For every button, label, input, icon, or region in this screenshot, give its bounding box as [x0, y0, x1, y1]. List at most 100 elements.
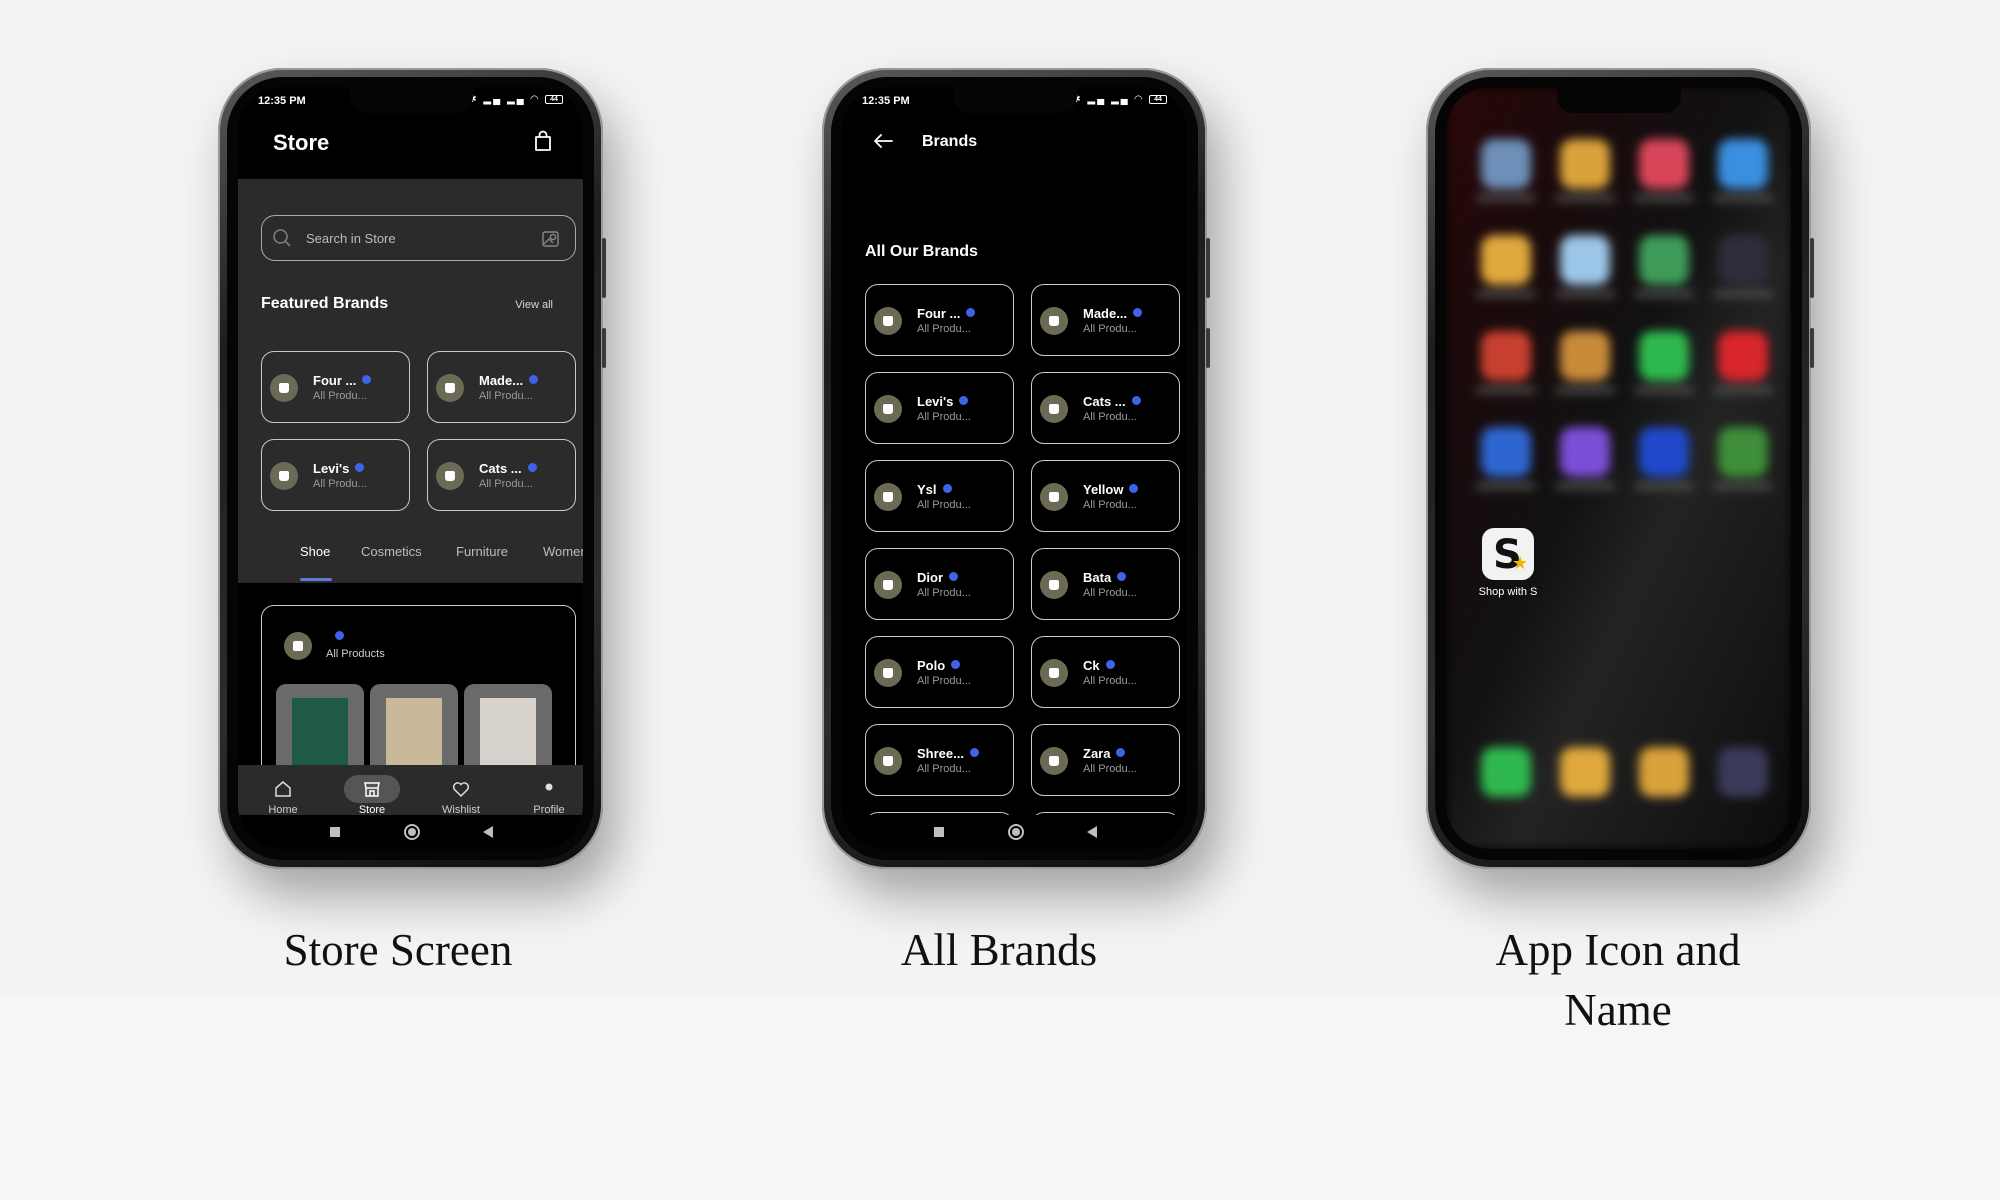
brand-grid: Four ... All Produ... Made... All Produ... L… — [865, 284, 1180, 815]
brand-logo-icon — [270, 374, 298, 402]
brand-card[interactable]: Cats ... All Produ... — [427, 439, 576, 511]
home-button-icon[interactable] — [1008, 824, 1024, 840]
brand-card[interactable]: Polo All Produ... — [865, 636, 1014, 708]
brand-name-row: Four ... — [313, 373, 372, 388]
brand-card[interactable]: Cats ... All Produ... — [1031, 372, 1180, 444]
brand-name: Polo — [917, 658, 946, 673]
tab-furniture[interactable]: Furniture — [456, 544, 508, 559]
back-button-icon[interactable] — [1087, 826, 1097, 838]
verified-icon — [951, 660, 961, 669]
brand-subtitle: All Produ... — [1083, 763, 1137, 775]
star-icon: ★ — [1512, 553, 1529, 573]
active-tab-indicator — [300, 578, 332, 581]
search-input[interactable]: Search in Store — [261, 215, 576, 261]
brand-card[interactable]: Ysl All Produ... — [865, 460, 1014, 532]
brand-subtitle: All Produ... — [917, 763, 971, 775]
blurred-home-screen-background — [1446, 87, 1791, 849]
brand-logo-icon — [1040, 659, 1068, 687]
blurred-app-label — [1634, 387, 1694, 393]
image-search-icon[interactable] — [541, 229, 561, 249]
nav-wishlist[interactable]: Wishlist — [426, 779, 496, 816]
brand-logo-icon — [284, 632, 312, 660]
all-brands-title: All Our Brands — [865, 243, 978, 260]
brand-card[interactable]: Made... All Produ... — [427, 351, 576, 423]
verified-icon — [966, 308, 976, 317]
brand-subtitle: All Produ... — [313, 478, 367, 490]
verified-icon — [1131, 396, 1141, 405]
brand-logo-icon — [436, 374, 464, 402]
view-all-link[interactable]: View all — [515, 299, 553, 311]
nav-profile[interactable]: Profile — [514, 779, 583, 816]
brand-card[interactable]: Dior All Produ... — [865, 548, 1014, 620]
verified-icon — [1116, 748, 1126, 757]
verified-icon — [335, 631, 344, 640]
back-arrow-icon[interactable] — [872, 131, 894, 151]
blurred-app-icon — [1560, 331, 1610, 381]
page-title: Store — [273, 130, 330, 155]
brand-subtitle: All Produ... — [1083, 675, 1137, 687]
home-button-icon[interactable] — [404, 824, 420, 840]
shopping-bag-icon[interactable] — [533, 130, 553, 152]
brand-subtitle: All Produ... — [917, 499, 971, 511]
brand-card[interactable]: Yellow All Produ... — [1031, 460, 1180, 532]
brand-name: Dior — [917, 570, 943, 585]
status-time: 12:35 PM — [258, 95, 306, 107]
blurred-dock-icon — [1560, 747, 1610, 797]
volume-button — [602, 238, 606, 298]
recents-button-icon[interactable] — [330, 827, 340, 837]
brand-subtitle: All Produ... — [917, 411, 971, 423]
verified-icon — [949, 572, 958, 581]
brand-card[interactable]: Bata All Produ... — [1031, 548, 1180, 620]
verified-icon — [942, 484, 952, 493]
brand-name: Yellow — [1083, 482, 1124, 497]
verified-icon — [1117, 572, 1127, 581]
power-button — [1810, 328, 1814, 368]
brand-name: Cats ... — [1083, 394, 1126, 409]
brand-name: Ck — [1083, 658, 1100, 673]
brand-subtitle: All Produ... — [479, 478, 533, 490]
tab-cosmetics[interactable]: Cosmetics — [361, 544, 422, 559]
brand-name: Levi's — [917, 394, 954, 409]
brand-card[interactable]: Levi's All Produ... — [261, 439, 410, 511]
brand-name: Four ... — [313, 373, 357, 388]
brand-card[interactable]: Shree... All Produ... — [865, 724, 1014, 796]
nav-store[interactable]: Store — [337, 775, 407, 816]
profile-icon — [545, 783, 553, 791]
store-screen: 12:35 PM ✱ ▂▄ ▂▄ ◠ 44 Store Search in St… — [238, 87, 583, 849]
nav-home[interactable]: Home — [248, 779, 318, 816]
brand-subtitle: All Produ... — [1083, 323, 1137, 335]
brand-name-row: Levi's — [917, 394, 969, 409]
brand-name-row: Made... — [479, 373, 539, 388]
shop-with-s-app-icon[interactable]: S ★ — [1482, 528, 1534, 580]
brand-name: Bata — [1083, 570, 1112, 585]
blurred-app-label — [1634, 291, 1694, 297]
brand-card[interactable]: Levi's All Produ... — [865, 372, 1014, 444]
blurred-app-icon — [1639, 331, 1689, 381]
blurred-app-icon — [1639, 427, 1689, 477]
brand-card[interactable]: Made... All Produ... — [1031, 284, 1180, 356]
blurred-app-label — [1634, 483, 1694, 489]
battery-icon: 44 — [545, 94, 563, 104]
store-icon — [364, 782, 380, 797]
brand-logo-icon — [874, 307, 902, 335]
back-button-icon[interactable] — [483, 826, 493, 838]
recents-button-icon[interactable] — [934, 827, 944, 837]
brand-logo-icon — [874, 571, 902, 599]
brand-card[interactable]: Four ... All Produ... — [261, 351, 410, 423]
brand-name-row: Cats ... — [1083, 394, 1141, 409]
tab-women[interactable]: Women — [543, 544, 583, 559]
blurred-dock-icon — [1718, 747, 1768, 797]
brand-name-row: Shree... — [917, 746, 979, 761]
volume-button — [1810, 238, 1814, 298]
brand-name: Levi's — [313, 461, 350, 476]
brand-card[interactable]: Zara All Produ... — [1031, 724, 1180, 796]
all-products-label: All Products — [326, 648, 385, 660]
verified-icon — [1133, 308, 1143, 317]
brand-subtitle: All Produ... — [1083, 499, 1137, 511]
brand-card[interactable]: Ck All Produ... — [1031, 636, 1180, 708]
brand-card[interactable]: Four ... All Produ... — [865, 284, 1014, 356]
blurred-app-label — [1555, 387, 1615, 393]
brand-logo-icon — [270, 462, 298, 490]
brand-name-row: Yellow — [1083, 482, 1139, 497]
tab-shoe[interactable]: Shoe — [300, 544, 330, 559]
